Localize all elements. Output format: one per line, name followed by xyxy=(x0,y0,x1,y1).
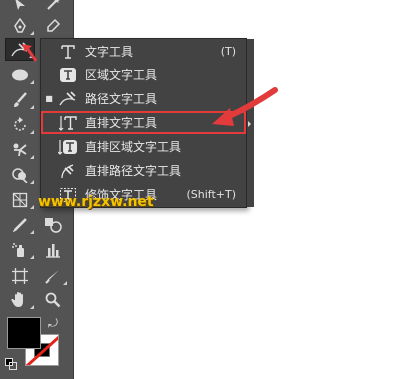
artboard-tool[interactable] xyxy=(5,264,35,287)
vertical-area-type-tool-icon xyxy=(57,138,79,156)
bar-chart-icon xyxy=(46,243,60,258)
curvature-pen-icon xyxy=(47,18,61,32)
menu-item-label: 区域文字工具 xyxy=(85,68,158,82)
curvature-tool[interactable] xyxy=(38,14,68,37)
blend-icon xyxy=(45,217,62,233)
tearoff-handle[interactable] xyxy=(247,39,254,207)
tearoff-arrow-icon xyxy=(248,121,251,127)
pen-icon xyxy=(14,17,26,33)
perspective-grid-tool[interactable] xyxy=(5,188,35,211)
menu-item-vertical-area-type-tool[interactable]: 直排区域文字工具 xyxy=(41,135,246,158)
artboard-icon xyxy=(12,267,28,284)
magnifier-icon xyxy=(45,292,61,307)
wand-icon xyxy=(47,0,59,10)
fill-color-swatch[interactable] xyxy=(7,317,41,349)
arrow-icon xyxy=(15,0,25,10)
area-type-tool-icon xyxy=(57,66,79,84)
type-on-path-tool-icon xyxy=(57,90,79,108)
spray-can-icon xyxy=(12,242,24,257)
type-tool-icon xyxy=(57,43,79,61)
vertical-type-on-path-tool-icon xyxy=(57,162,79,180)
menu-item-type-tool[interactable]: 文字工具 (T) xyxy=(41,40,246,63)
puppet-warp-tool[interactable] xyxy=(5,138,35,161)
menu-item-type-on-path-tool[interactable]: ■ 路径文字工具 xyxy=(41,87,246,110)
slice-tool[interactable] xyxy=(38,264,68,287)
menu-item-label: 直排路径文字工具 xyxy=(85,164,182,178)
watermark: www.rjzxw.net xyxy=(38,194,154,210)
puppet-warp-icon xyxy=(13,143,27,156)
swap-fill-stroke-icon[interactable]: ⤾ xyxy=(48,316,58,331)
ellipse-icon xyxy=(12,69,28,80)
eyedropper-tool[interactable] xyxy=(5,213,35,236)
vertical-type-tool-icon xyxy=(57,114,79,132)
pen-tool[interactable] xyxy=(5,14,35,37)
blend-tool[interactable] xyxy=(38,213,68,236)
symbol-sprayer-tool[interactable] xyxy=(5,238,35,261)
zoom-tool[interactable] xyxy=(38,288,68,311)
rotate-icon xyxy=(14,116,26,131)
hand-tool[interactable] xyxy=(5,288,35,311)
menu-item-label: 文字工具 xyxy=(85,45,134,59)
shape-builder-icon xyxy=(12,167,28,183)
menu-item-label: 直排文字工具 xyxy=(85,116,158,130)
grid-icon xyxy=(12,192,28,207)
direct-selection-tool[interactable] xyxy=(5,0,35,15)
column-graph-tool[interactable] xyxy=(38,238,68,261)
current-tool-bullet: ■ xyxy=(45,94,53,103)
default-fill-stroke-icon[interactable] xyxy=(5,358,17,370)
eyedropper-icon xyxy=(12,217,27,232)
ellipse-tool[interactable] xyxy=(5,63,35,86)
menu-item-label: 直排区域文字工具 xyxy=(85,140,182,154)
menu-item-area-type-tool[interactable]: 区域文字工具 xyxy=(41,63,246,86)
menu-item-shortcut: (T) xyxy=(220,45,236,58)
rotate-tool[interactable] xyxy=(5,113,35,136)
shape-builder-tool[interactable] xyxy=(5,163,35,186)
type-on-path-tool[interactable] xyxy=(5,38,35,61)
type-on-path-icon xyxy=(11,41,28,56)
knife-icon xyxy=(45,269,59,284)
magic-wand-tool[interactable] xyxy=(38,0,68,15)
brush-icon xyxy=(14,91,27,107)
menu-item-label: 路径文字工具 xyxy=(85,92,158,106)
type-tools-flyout-menu: 文字工具 (T) 区域文字工具 ■ 路径文字工具 直排文字工具 直排区域文字工具 xyxy=(40,38,254,208)
menu-item-vertical-type-on-path-tool[interactable]: 直排路径文字工具 xyxy=(41,159,246,182)
menu-item-vertical-type-tool[interactable]: 直排文字工具 xyxy=(41,111,246,134)
menu-item-shortcut: (Shift+T) xyxy=(186,188,236,201)
paintbrush-tool[interactable] xyxy=(5,88,35,111)
hand-icon xyxy=(11,292,23,307)
